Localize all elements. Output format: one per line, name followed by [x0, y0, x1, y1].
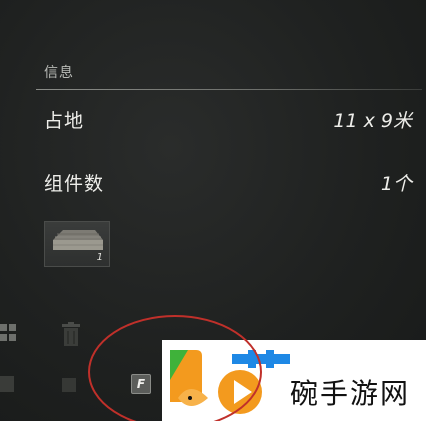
- secondary-slot-icon[interactable]: [62, 378, 76, 392]
- section-title-info: 信息: [44, 65, 74, 81]
- component-count-label: 组件数: [44, 173, 105, 195]
- watermark-banner: 碗手游网: [162, 340, 426, 421]
- footprint-label: 占地: [44, 110, 85, 132]
- trash-icon[interactable]: [60, 322, 82, 348]
- left-slot-icon[interactable]: [0, 376, 14, 392]
- component-item-slot[interactable]: 1: [44, 221, 110, 267]
- grid-icon[interactable]: [0, 322, 20, 344]
- app-logo-icon: [170, 350, 290, 414]
- component-count-value: 1个: [380, 173, 412, 195]
- watermark-text: 碗手游网: [290, 377, 411, 410]
- item-count: 1: [96, 252, 103, 263]
- section-divider: [36, 89, 422, 90]
- building-info-panel: 信息 占地 11 x 9米 组件数 1个 1 F 碗手游网: [0, 0, 426, 421]
- hotkey-f-badge[interactable]: F: [131, 374, 151, 394]
- footprint-value: 11 x 9米: [333, 110, 412, 132]
